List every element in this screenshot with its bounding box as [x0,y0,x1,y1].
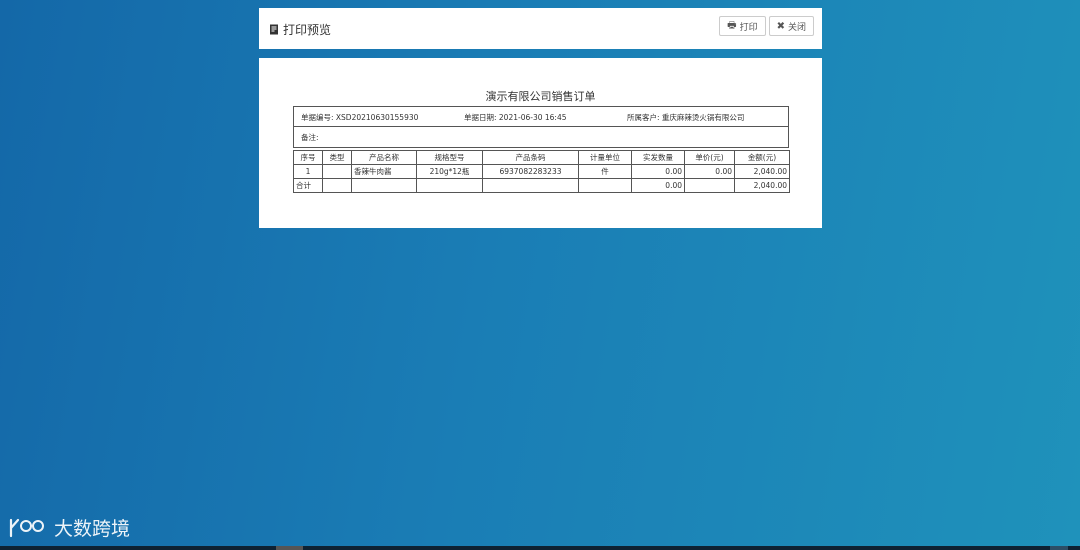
table-cell: 香辣牛肉酱 [351,164,417,179]
doc-date: 单据日期: 2021-06-30 16:45 [464,113,567,122]
table-cell [322,164,352,179]
document-info-row: 单据编号: XSD20210630155930 单据日期: 2021-06-30… [294,107,788,127]
header-title-text: 打印预览 [283,23,332,37]
table-cell: 0.00 [631,164,685,179]
table-cell [684,178,735,193]
table-header-row: 序号 类型 产品名称 规格型号 产品条码 计量单位 实发数量 单价(元) 金额(… [293,150,790,165]
doc-customer: 所属客户: 重庆麻辣烫火锅有限公司 [627,113,745,122]
col-header: 产品条码 [482,150,579,165]
doc-number: 单据编号: XSD20210630155930 [301,113,419,122]
print-button[interactable]: 🖶 打印 [719,16,766,36]
order-items-table: 序号 类型 产品名称 规格型号 产品条码 计量单位 实发数量 单价(元) 金额(… [293,150,790,193]
document-title: 演示有限公司销售订单 [485,90,596,103]
table-cell: 合计 [293,178,323,193]
watermark-text: 大数跨境 [54,518,131,540]
header-title: 打印预览 [269,21,331,38]
total-row: 合计 0.00 2,040.00 [293,178,790,193]
watermark-logo-icon [9,518,44,537]
table-row: 1 香辣牛肉酱 210g*12瓶 6937082283233 件 0.00 0.… [293,164,790,179]
print-preview-icon [270,24,278,35]
print-preview-header: 打印预览 🖶 打印 ✖ 关闭 [259,8,822,49]
table-cell [482,178,579,193]
taskbar-item[interactable] [276,546,303,550]
table-cell: 0.00 [684,164,735,179]
print-paper: 演示有限公司销售订单 单据编号: XSD20210630155930 单据日期:… [259,58,822,228]
table-cell [578,178,632,193]
taskbar-tray[interactable] [1050,546,1068,550]
watermark: 大数跨境 [8,514,130,541]
document-info-box: 单据编号: XSD20210630155930 单据日期: 2021-06-30… [293,106,789,148]
col-header: 实发数量 [631,150,685,165]
table-cell [351,178,417,193]
table-cell: 6937082283233 [482,164,579,179]
remark-row: 备注: [294,127,788,147]
table-cell [416,178,483,193]
taskbar [0,546,1080,550]
table-cell: 1 [293,164,323,179]
col-header: 类型 [322,150,352,165]
table-cell: 0.00 [631,178,685,193]
close-icon: ✖ [776,20,785,32]
print-button-label: 打印 [739,22,758,33]
table-cell: 2,040.00 [734,164,790,179]
table-cell [322,178,352,193]
col-header: 规格型号 [416,150,483,165]
close-button-label: 关闭 [787,22,806,33]
col-header: 产品名称 [351,150,417,165]
col-header: 序号 [293,150,323,165]
close-button[interactable]: ✖ 关闭 [768,16,814,36]
remark-label: 备注: [301,132,319,142]
printer-icon: 🖶 [727,19,737,31]
table-cell: 2,040.00 [734,178,790,193]
col-header: 计量单位 [578,150,632,165]
table-cell: 210g*12瓶 [416,164,483,179]
col-header: 单价(元) [684,150,735,165]
col-header: 金额(元) [734,150,790,165]
table-cell: 件 [578,164,632,179]
